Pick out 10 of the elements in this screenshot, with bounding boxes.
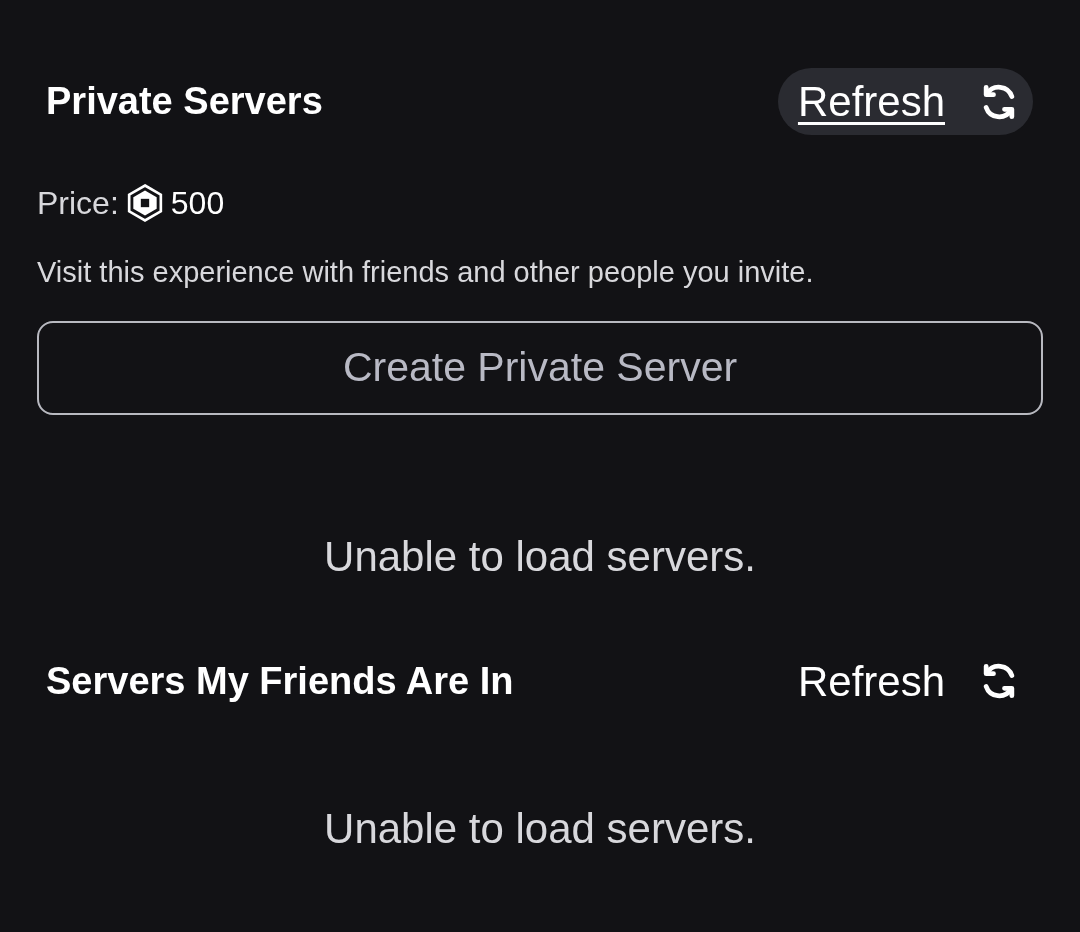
price-amount: 500 — [170, 184, 225, 223]
section-title: Private Servers — [46, 79, 323, 124]
create-server-button[interactable]: Create Private Server — [37, 320, 1043, 415]
section-title: Servers My Friends Are In — [46, 658, 514, 704]
price-label: Price: — [37, 184, 119, 223]
refresh-button[interactable]: Refresh — [777, 647, 1033, 715]
status-message: Unable to load servers. — [323, 803, 757, 854]
status-message: Unable to load servers. — [323, 531, 757, 582]
refresh-button[interactable]: Refresh — [777, 68, 1033, 135]
description-text: Visit this experience with friends and other people you invite. — [37, 255, 815, 290]
